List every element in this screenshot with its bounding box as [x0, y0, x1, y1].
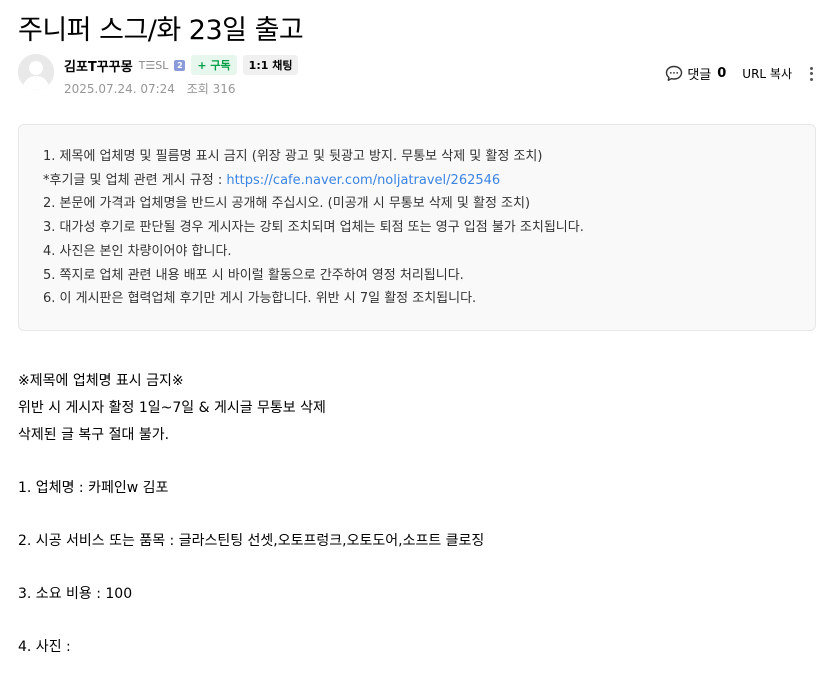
body-warning-restore: 삭제된 글 복구 절대 불가.	[18, 427, 170, 443]
follow-button[interactable]: + 구독	[191, 55, 237, 75]
notice-rule-1: 1. 제목에 업체명 및 필름명 표시 금지 (위장 광고 및 뒷광고 방지. …	[43, 149, 543, 164]
comment-label: 댓글	[687, 68, 712, 83]
notice-rule-6: 6. 이 게시판은 협력업체 후기만 게시 가능합니다. 위반 시 7일 활정 …	[43, 291, 477, 307]
notice-rule-3: 3. 대가성 후기로 판단될 경우 게시자는 강퇴 조치되며 업체는 퇴점 또는…	[43, 220, 584, 236]
comment-button[interactable]: 댓글 0	[665, 64, 726, 83]
author-nickname[interactable]: 김포T꾸꾸몽	[64, 56, 133, 75]
body-warning-title: ※제목에 업체명 표시 금지※	[18, 373, 184, 389]
body-item-cost: 3. 소요 비용 : 100	[18, 586, 133, 602]
grade-badge-icon: 2	[174, 59, 186, 71]
notice-rule-2: 2. 본문에 가격과 업체명을 반드시 공개해 주십시오. (미공개 시 무통보…	[43, 196, 531, 212]
member-grade: T☰SL	[138, 58, 169, 72]
url-copy-button[interactable]: URL 복사	[742, 65, 792, 82]
post-actions: 댓글 0 URL 복사	[665, 64, 816, 83]
notice-rule-5: 5. 쪽지로 업체 관련 내용 배포 시 바이럴 활동으로 간주하여 영정 처리…	[43, 267, 464, 283]
post-title: 주니퍼 스그/화 23일 출고	[18, 15, 304, 46]
body-warning-penalty: 위반 시 게시자 활정 1일~7일 & 게시글 무통보 삭제	[18, 400, 326, 416]
more-options-icon[interactable]	[806, 66, 816, 82]
notice-rule-link-line: *후기글 및 업체 관련 게시 규정 : https://cafe.naver.…	[43, 169, 791, 193]
body-item-photo: 4. 사진 :	[18, 639, 71, 655]
body-item-company: 1. 업체명 : 카페인w 김포	[18, 480, 169, 496]
chat-button[interactable]: 1:1 채팅	[242, 55, 299, 75]
notice-rule-4: 4. 사진은 본인 차량이어야 합니다.	[43, 243, 232, 259]
post-meta: 2025.07.24. 07:24 조회 316	[64, 80, 236, 97]
default-avatar-icon	[18, 54, 54, 90]
speech-bubble-icon	[666, 65, 683, 81]
body-item-service: 2. 시공 서비스 또는 품목 : 글라스틴팅 선셋,오토프렁크,오토도어,소프…	[18, 533, 485, 549]
author-info: 김포T꾸꾸몽 T☰SL 2 + 구독 1:1 채팅	[64, 55, 299, 75]
notice-link-prefix: *후기글 및 업체 관련 게시 규정 :	[43, 172, 227, 188]
comment-count: 0	[717, 66, 727, 81]
author-avatar[interactable]	[18, 54, 54, 90]
view-count: 조회 316	[186, 82, 236, 96]
post-body: ※제목에 업체명 표시 금지※ 위반 시 게시자 활정 1일~7일 & 게시글 …	[18, 368, 808, 661]
board-notice-box: 1. 제목에 업체명 및 필름명 표시 금지 (위장 광고 및 뒷광고 방지. …	[18, 124, 816, 331]
post-date: 2025.07.24. 07:24	[64, 82, 175, 96]
rules-link[interactable]: https://cafe.naver.com/noljatravel/26254…	[226, 173, 500, 188]
